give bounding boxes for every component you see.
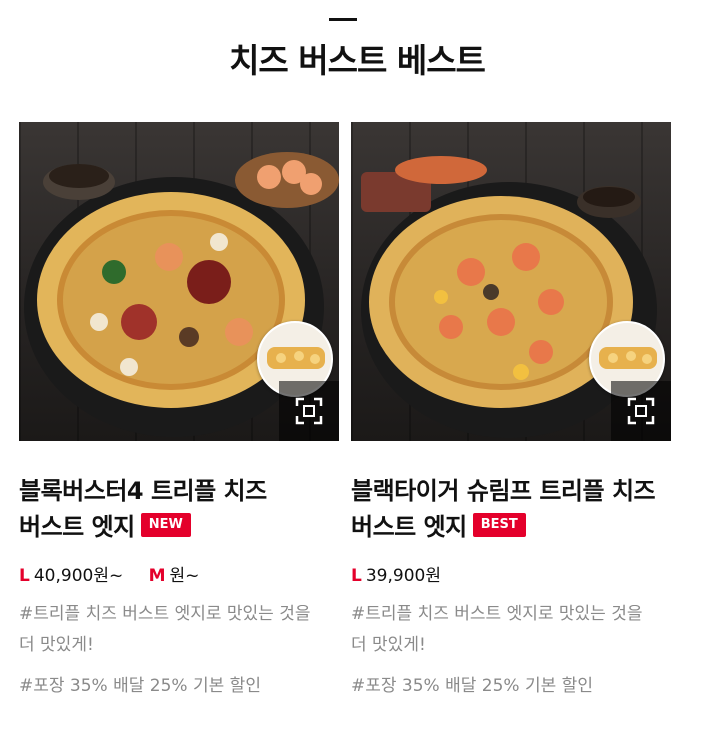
- expand-icon: [295, 397, 323, 425]
- zoom-button[interactable]: [611, 381, 671, 441]
- title-decoration-bar: [329, 18, 357, 21]
- size-label: M: [148, 566, 166, 586]
- product-image[interactable]: [351, 122, 671, 441]
- product-promo: #포장 35% 배달 25% 기본 할인: [351, 676, 593, 696]
- product-card[interactable]: 블록버스터4 트리플 치즈 버스트 엣지 NEW L 40,900원~ M 원~ #트…: [19, 122, 339, 696]
- best-badge: BEST: [472, 513, 526, 537]
- price-row: L 40,900원~ M 원~: [19, 561, 339, 586]
- product-card[interactable]: 블랙타이거 슈림프 트리플 치즈 버스트 엣지 BEST L 39,900원 #트리…: [351, 122, 671, 696]
- size-label: L: [351, 566, 362, 586]
- product-promo: #포장 35% 배달 25% 기본 할인: [19, 676, 261, 696]
- product-name[interactable]: 블록버스터4 트리플 치즈 버스트 엣지 NEW: [19, 473, 339, 545]
- expand-icon: [627, 397, 655, 425]
- price-medium: M 원~: [149, 566, 200, 586]
- zoom-button[interactable]: [279, 381, 339, 441]
- price-large: L 39,900원: [351, 566, 441, 586]
- product-name[interactable]: 블랙타이거 슈림프 트리플 치즈 버스트 엣지 BEST: [351, 473, 671, 545]
- price-amount: 40,900원~: [33, 566, 124, 586]
- price-row: L 39,900원: [351, 561, 671, 586]
- product-image[interactable]: [19, 122, 339, 441]
- section-title: 치즈 버스트 베스트: [229, 41, 486, 80]
- size-label: L: [19, 566, 30, 586]
- price-amount: 39,900원: [365, 566, 441, 586]
- product-description: #트리플 치즈 버스트 엣지로 맛있는 것을 더 맛있게!: [351, 604, 643, 655]
- product-description: #트리플 치즈 버스트 엣지로 맛있는 것을 더 맛있게!: [19, 604, 311, 655]
- price-amount: 원~: [169, 566, 200, 586]
- new-badge: NEW: [140, 513, 191, 537]
- price-large: L 40,900원~: [19, 566, 129, 586]
